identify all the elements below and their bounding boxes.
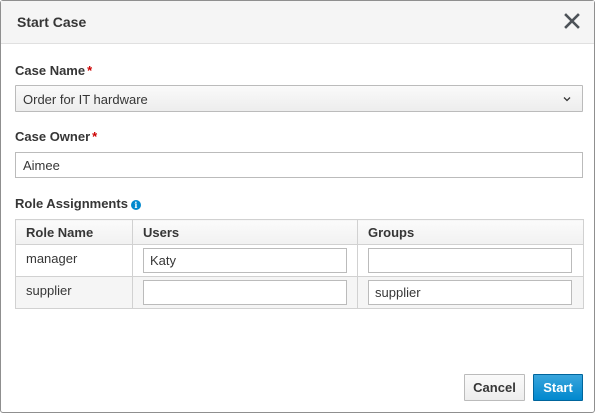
groups-cell — [357, 244, 584, 277]
users-input[interactable] — [143, 280, 347, 305]
table-row: manager — [15, 244, 584, 277]
info-icon[interactable]: i — [130, 200, 141, 210]
role-name-cell: manager — [15, 244, 133, 277]
users-cell — [132, 276, 358, 309]
column-header-users: Users — [132, 219, 358, 245]
dialog-title: Start Case — [17, 14, 87, 30]
table-header-row: Role Name Users Groups — [15, 219, 584, 245]
groups-input[interactable] — [368, 280, 572, 305]
required-mark: * — [87, 63, 93, 78]
required-mark: * — [92, 129, 98, 144]
dialog-header: Start Case — [1, 1, 594, 44]
users-input[interactable] — [143, 248, 347, 273]
column-header-role-name: Role Name — [15, 219, 133, 245]
users-cell — [132, 244, 358, 277]
role-assignments-label: Role Assignments i — [15, 196, 141, 211]
groups-cell — [357, 276, 584, 309]
case-owner-input[interactable] — [15, 152, 583, 178]
chevron-down-icon — [563, 97, 571, 102]
close-icon[interactable] — [563, 12, 581, 30]
case-name-label: Case Name * — [15, 63, 93, 78]
start-case-dialog: Start Case Case Name * Order for IT hardw… — [0, 0, 595, 413]
case-name-select[interactable]: Order for IT hardware — [15, 85, 583, 112]
case-owner-label: Case Owner * — [15, 129, 98, 144]
start-button[interactable]: Start — [533, 374, 583, 401]
table-row: supplier — [15, 276, 584, 309]
groups-input[interactable] — [368, 248, 572, 273]
case-name-selected-value: Order for IT hardware — [23, 92, 148, 107]
column-header-groups: Groups — [357, 219, 584, 245]
role-name-cell: supplier — [15, 276, 133, 309]
role-assignments-table: Role Name Users Groups manager supplier — [15, 219, 584, 309]
cancel-button[interactable]: Cancel — [464, 374, 525, 401]
